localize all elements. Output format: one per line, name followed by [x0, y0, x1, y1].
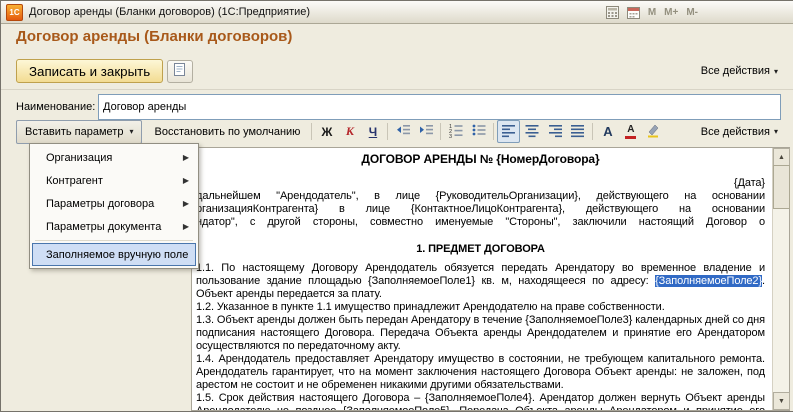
document-icon [173, 62, 187, 80]
highlight-marker-icon [646, 123, 661, 141]
name-row: Наименование: [16, 94, 781, 120]
indent-increase-icon [418, 122, 434, 141]
menu-item-contract-parameters[interactable]: Параметры договора ▶ [32, 192, 196, 215]
svg-text:3: 3 [449, 134, 452, 138]
document-line: дальнейшем "Арендодатель", в лице {Руков… [196, 190, 765, 203]
document-line: ндатор", с другой стороны, совместно име… [196, 216, 765, 229]
menu-item-label: Заполняемое вручную поле [46, 249, 188, 261]
highlight-button[interactable] [642, 120, 665, 143]
selected-text: {ЗаполняемоеПоле2} [655, 275, 762, 287]
all-actions-label: Все действия [701, 65, 770, 77]
app-window: 1С Договор аренды (Бланки договоров) (1С… [0, 0, 793, 412]
document-editor[interactable]: ДОГОВОР АРЕНДЫ № {НомерДоговора} {Дата} … [192, 148, 773, 410]
align-right-icon [547, 122, 563, 141]
underline-button[interactable]: Ч [361, 120, 384, 143]
document-paragraph: 1.5. Срок действия настоящего Договора –… [196, 392, 765, 410]
format-toolbar: Вставить параметр ▾ Восстановить по умол… [16, 119, 784, 144]
menu-item-organization[interactable]: Организация ▶ [32, 146, 196, 169]
menu-item-label: Организация [46, 152, 112, 164]
separator [493, 123, 494, 140]
document-heading: ДОГОВОР АРЕНДЫ № {НомерДоговора} [196, 152, 765, 166]
align-right-button[interactable] [543, 120, 566, 143]
insert-parameter-label: Вставить параметр [25, 126, 123, 138]
numbered-list-button[interactable]: 123 [444, 120, 467, 143]
numbered-list-icon: 123 [448, 122, 464, 141]
bullet-list-button[interactable] [467, 120, 490, 143]
all-actions-button[interactable]: Все действия ▾ [695, 62, 784, 80]
submenu-arrow-icon: ▶ [183, 176, 189, 185]
document-paragraph: 1.1. По настоящему Договору Арендодатель… [196, 262, 765, 301]
editor-all-actions-button[interactable]: Все действия ▾ [695, 123, 784, 141]
separator [311, 123, 312, 140]
align-center-icon [524, 122, 540, 141]
document-paragraph: 1.4. Арендодатель предоставляет Арендато… [196, 353, 765, 392]
memory-m-button[interactable]: M [648, 7, 656, 18]
insert-parameter-menu: Организация ▶ Контрагент ▶ Параметры дог… [29, 143, 199, 269]
bold-icon: Ж [321, 125, 332, 139]
vertical-scrollbar[interactable]: ▲ ▼ [772, 148, 789, 410]
menu-item-label: Параметры договора [46, 198, 154, 210]
italic-icon: К [346, 124, 354, 139]
document-date: {Дата} [196, 177, 765, 190]
document-paragraph: 1.2. Указанное в пункте 1.1 имущество пр… [196, 301, 765, 314]
memory-m-minus-button[interactable]: M- [686, 7, 698, 18]
document-line: рганизацияКонтрагента} в лице {Контактно… [196, 203, 765, 216]
align-center-button[interactable] [520, 120, 543, 143]
submenu-arrow-icon: ▶ [183, 153, 189, 162]
editor-all-actions-label: Все действия [701, 126, 770, 138]
document-section-heading: 1. ПРЕДМЕТ ДОГОВОРА [196, 243, 765, 256]
separator [1, 89, 793, 90]
font-color-button[interactable]: А [619, 120, 642, 143]
align-left-button[interactable] [497, 120, 520, 143]
underline-icon: Ч [369, 125, 377, 139]
menu-item-counterparty[interactable]: Контрагент ▶ [32, 169, 196, 192]
name-input[interactable] [98, 94, 781, 120]
menu-item-label: Контрагент [46, 175, 103, 187]
scroll-down-button[interactable]: ▼ [773, 392, 790, 410]
insert-parameter-button[interactable]: Вставить параметр ▾ [16, 120, 142, 144]
submenu-arrow-icon: ▶ [183, 222, 189, 231]
align-left-icon [501, 122, 517, 141]
calendar-icon[interactable] [627, 6, 640, 19]
scroll-up-button[interactable]: ▲ [773, 148, 790, 166]
command-bar: Записать и закрыть Все действия ▾ [16, 58, 784, 84]
bold-button[interactable]: Ж [315, 120, 338, 143]
document-form-button[interactable] [167, 60, 193, 83]
chevron-down-icon: ▾ [129, 127, 133, 136]
page-title: Договор аренды (Бланки договоров) [16, 28, 292, 45]
indent-decrease-button[interactable] [391, 120, 414, 143]
restore-default-button[interactable]: Восстановить по умолчанию [146, 121, 308, 143]
bullet-list-icon [471, 122, 487, 141]
menu-item-label: Параметры документа [46, 221, 161, 233]
1c-logo-icon: 1С [6, 4, 23, 21]
menu-item-document-parameters[interactable]: Параметры документа ▶ [32, 215, 196, 238]
menu-separator [35, 240, 193, 241]
separator [387, 123, 388, 140]
calculator-icon[interactable] [606, 6, 619, 19]
font-button[interactable]: А [596, 120, 619, 143]
scrollbar-thumb[interactable] [773, 165, 790, 209]
document-paragraph: 1.3. Объект аренды должен быть передан А… [196, 314, 765, 353]
titlebar-tools: M M+ M- [606, 6, 698, 19]
indent-decrease-icon [395, 122, 411, 141]
document-editor-field: ДОГОВОР АРЕНДЫ № {НомерДоговора} {Дата} … [191, 147, 790, 411]
window-title: Договор аренды (Бланки договоров) (1С:Пр… [29, 6, 310, 18]
font-icon: А [603, 124, 612, 139]
indent-increase-button[interactable] [414, 120, 437, 143]
submenu-arrow-icon: ▶ [183, 199, 189, 208]
chevron-down-icon: ▾ [774, 127, 778, 136]
align-justify-button[interactable] [566, 120, 589, 143]
font-color-icon: А [625, 125, 636, 139]
memory-m-plus-button[interactable]: M+ [664, 7, 678, 18]
menu-item-fillable-field[interactable]: Заполняемое вручную поле [32, 243, 196, 266]
save-and-close-button[interactable]: Записать и закрыть [16, 59, 163, 83]
title-bar: 1С Договор аренды (Бланки договоров) (1С… [1, 1, 793, 24]
name-label: Наименование: [16, 101, 92, 113]
separator [440, 123, 441, 140]
chevron-down-icon: ▾ [774, 67, 778, 76]
italic-button[interactable]: К [338, 120, 361, 143]
separator [592, 123, 593, 140]
align-justify-icon [570, 122, 586, 141]
